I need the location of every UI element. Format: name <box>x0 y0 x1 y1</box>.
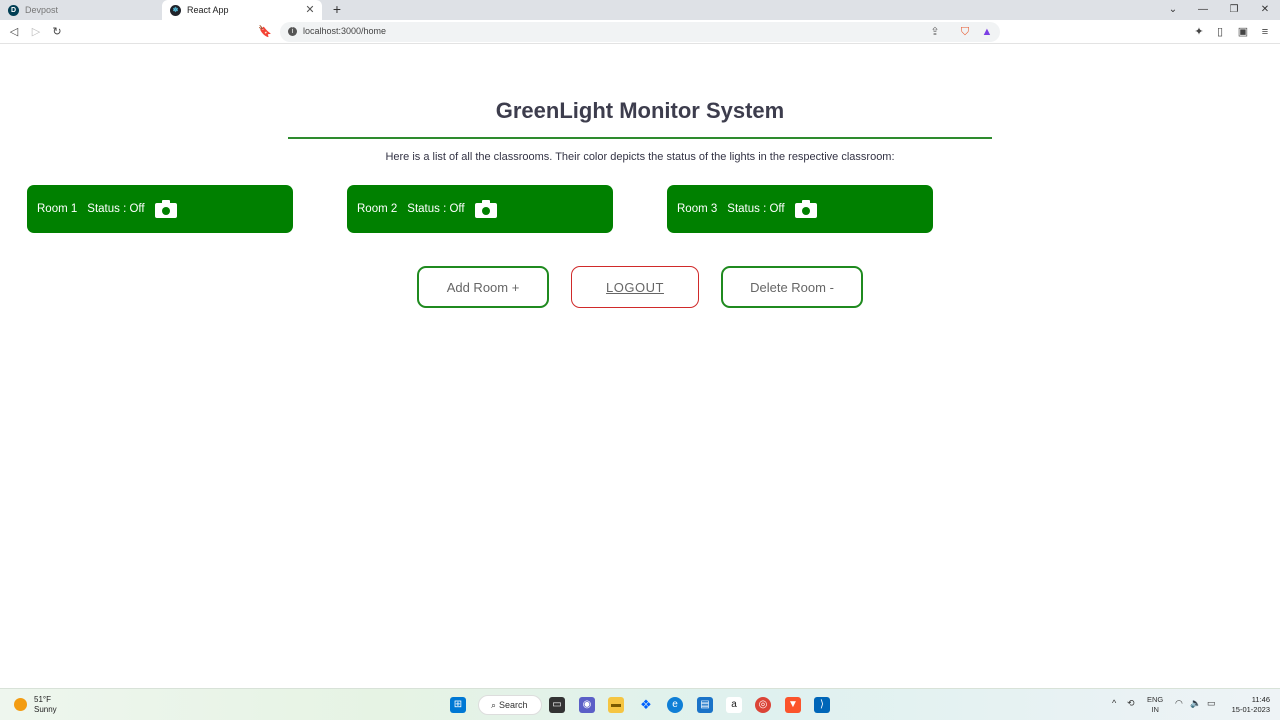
tab-title: React App <box>187 5 229 15</box>
menu-icon[interactable]: ≡ <box>1257 24 1273 40</box>
room-status: Status : Off <box>87 203 145 215</box>
wallet-icon[interactable]: ▣ <box>1235 24 1251 40</box>
devpost-favicon-icon: D <box>8 4 19 16</box>
brave-icon[interactable]: ▼ <box>785 697 801 713</box>
browser-tab-bar: D Devpost ⚛ React App ✕ + ⌄ — ❐ ✕ <box>0 0 1280 20</box>
room-status: Status : Off <box>727 203 785 215</box>
clock-time: 11:46 <box>1251 695 1270 704</box>
bookmark-icon[interactable]: 🔖 <box>257 24 273 40</box>
logout-button[interactable]: LOGOUT <box>571 266 699 308</box>
browser-toolbar: ◁ ▷ ↻ 🔖 i localhost:3000/home ⇪ ⛉ ▲ ✦ ▯ … <box>0 20 1280 44</box>
camera-icon[interactable] <box>154 200 177 218</box>
weather-temp: 51°F <box>34 695 51 704</box>
windows-start-icon[interactable]: ⊞ <box>450 697 466 713</box>
reload-icon[interactable]: ↻ <box>49 24 65 40</box>
delete-room-button[interactable]: Delete Room - <box>721 266 863 308</box>
language-indicator[interactable]: ENG IN <box>1147 695 1163 715</box>
camera-icon[interactable] <box>794 200 817 218</box>
add-room-button[interactable]: Add Room + <box>417 266 549 308</box>
edge-icon[interactable]: e <box>667 697 683 713</box>
tray-overflow-icon[interactable]: ^ <box>1112 698 1116 708</box>
chat-icon[interactable]: ◉ <box>579 697 595 713</box>
sun-icon[interactable] <box>14 698 27 711</box>
site-info-icon[interactable]: i <box>288 27 297 36</box>
vscode-icon[interactable]: ⟩ <box>814 697 830 713</box>
restore-icon[interactable]: ❐ <box>1224 2 1244 18</box>
volume-icon[interactable]: 🔈 <box>1190 698 1201 709</box>
chrome-icon[interactable]: ◎ <box>755 697 771 713</box>
search-label: Search <box>499 700 528 710</box>
task-view-icon[interactable]: ▭ <box>549 697 565 713</box>
weather-condition: Sunny <box>34 705 57 714</box>
amazon-icon[interactable]: a <box>726 697 742 713</box>
brave-shield-icon[interactable]: ⛉ <box>958 25 972 39</box>
wifi-icon[interactable]: ◠ <box>1175 698 1183 709</box>
sync-icon[interactable]: ⟲ <box>1127 698 1135 709</box>
intro-text: Here is a list of all the classrooms. Th… <box>385 151 895 163</box>
camera-icon[interactable] <box>474 200 497 218</box>
tab-react-app[interactable]: ⚛ React App ✕ <box>162 0 322 20</box>
brave-rewards-icon[interactable]: ▲ <box>980 25 994 39</box>
url-text: localhost:3000/home <box>303 26 387 36</box>
page-title: GreenLight Monitor System <box>495 98 785 123</box>
windows-taskbar: 51°F Sunny ⊞ ⌕ Search ▭ ◉ ▬ ❖ e ▤ a ◎ ▼ … <box>0 688 1280 720</box>
file-explorer-icon[interactable]: ▬ <box>608 697 624 713</box>
store-icon[interactable]: ▤ <box>697 697 713 713</box>
share-icon[interactable]: ⇪ <box>928 25 942 39</box>
new-tab-icon[interactable]: + <box>330 1 344 17</box>
region-code: IN <box>1151 705 1159 714</box>
battery-icon[interactable]: ▭ <box>1207 698 1216 709</box>
room-status: Status : Off <box>407 203 465 215</box>
search-icon: ⌕ <box>491 699 497 710</box>
forward-icon[interactable]: ▷ <box>28 24 44 40</box>
system-clock[interactable]: 11:46 15-01-2023 <box>1226 695 1270 715</box>
close-tab-icon[interactable]: ✕ <box>304 3 316 17</box>
tab-devpost[interactable]: D Devpost <box>0 0 162 20</box>
room-card-1[interactable]: Room 1 Status : Off <box>27 185 293 233</box>
title-divider <box>288 137 992 139</box>
tab-list-icon[interactable]: ⌄ <box>1163 2 1183 18</box>
close-window-icon[interactable]: ✕ <box>1255 2 1275 18</box>
language-code: ENG <box>1147 695 1164 704</box>
dropbox-icon[interactable]: ❖ <box>638 697 654 713</box>
weather-widget[interactable]: 51°F Sunny <box>34 695 57 715</box>
logout-label: LOGOUT <box>606 279 664 295</box>
address-bar[interactable]: i localhost:3000/home ⇪ ⛉ ▲ <box>280 22 1000 42</box>
minimize-icon[interactable]: — <box>1193 2 1213 18</box>
react-favicon-icon: ⚛ <box>170 4 181 16</box>
room-name: Room 3 <box>677 203 718 215</box>
room-name: Room 2 <box>357 203 398 215</box>
sidebar-icon[interactable]: ▯ <box>1212 24 1228 40</box>
tab-title: Devpost <box>25 5 59 15</box>
back-icon[interactable]: ◁ <box>6 24 22 40</box>
clock-date: 15-01-2023 <box>1231 705 1270 714</box>
extensions-icon[interactable]: ✦ <box>1191 24 1207 40</box>
room-card-3[interactable]: Room 3 Status : Off <box>667 185 933 233</box>
taskbar-search[interactable]: ⌕ Search <box>478 695 542 715</box>
room-name: Room 1 <box>37 203 78 215</box>
room-card-2[interactable]: Room 2 Status : Off <box>347 185 613 233</box>
